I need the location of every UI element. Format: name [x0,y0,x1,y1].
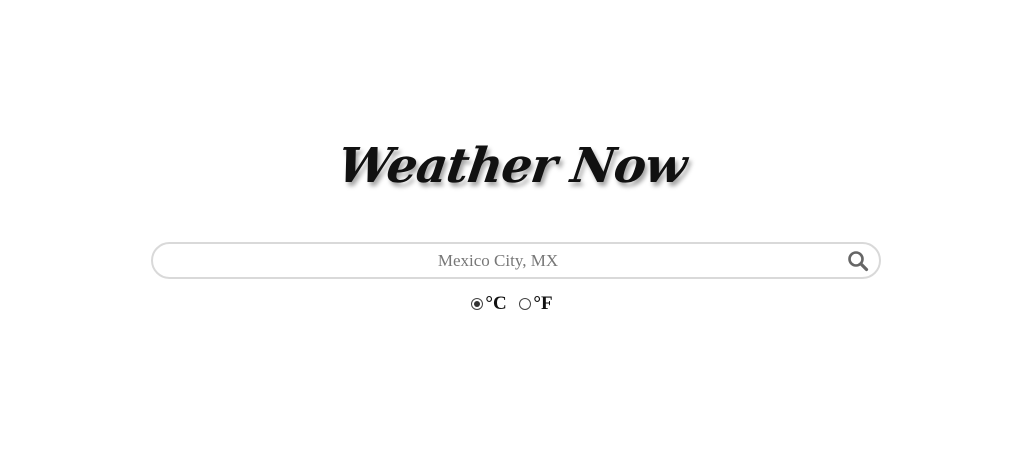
weather-app: Weather Now °C °F [0,0,1024,460]
celsius-option[interactable]: °C [471,293,507,315]
location-search-input[interactable] [173,244,823,277]
fahrenheit-option[interactable]: °F [519,293,553,315]
celsius-label: °C [485,293,507,314]
fahrenheit-radio[interactable] [519,298,532,310]
app-title: Weather Now [334,138,690,194]
search-bar [151,242,881,279]
celsius-radio[interactable] [471,298,484,310]
search-icon[interactable] [847,250,869,272]
fahrenheit-label: °F [533,293,553,314]
unit-selector: °C °F [0,293,1024,316]
